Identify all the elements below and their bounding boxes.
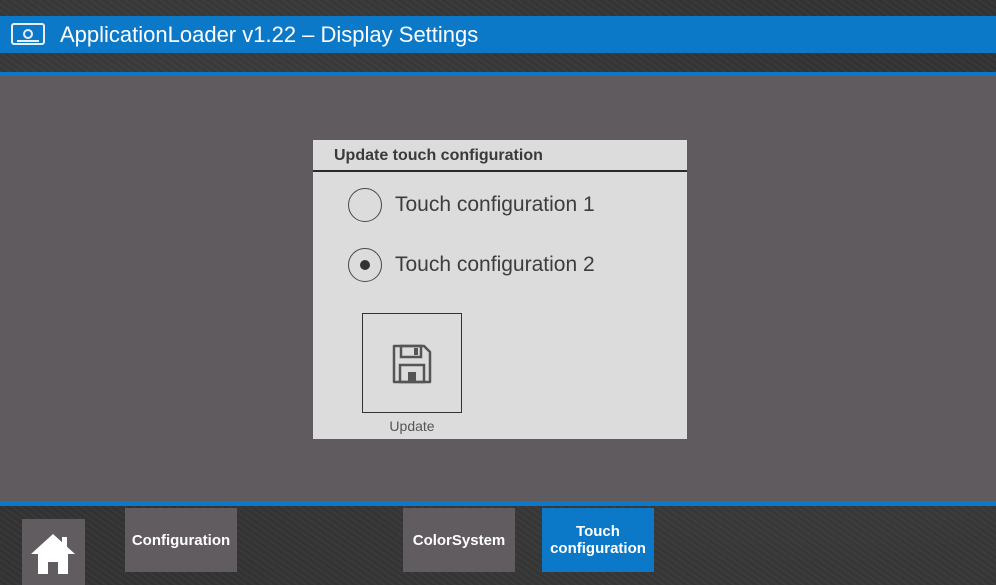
panel-header: Update touch configuration — [313, 140, 687, 172]
radio-touch-config-1[interactable]: Touch configuration 1 — [348, 188, 668, 224]
bottom-navigation: Configuration ColorSystem Touch configur… — [0, 506, 996, 585]
tab-colorsystem[interactable]: ColorSystem — [403, 508, 515, 572]
update-button[interactable] — [362, 313, 462, 413]
radio-button-selected[interactable] — [348, 248, 382, 282]
tab-configuration[interactable]: Configuration — [125, 508, 237, 572]
radio-touch-config-2[interactable]: Touch configuration 2 — [348, 248, 668, 284]
tab-touch-configuration[interactable]: Touch configuration — [542, 508, 654, 572]
floppy-disk-icon — [392, 344, 432, 384]
display-icon-base — [17, 40, 39, 42]
display-icon — [11, 23, 45, 45]
radio-selected-dot — [360, 260, 370, 270]
title-bar: ApplicationLoader v1.22 – Display Settin… — [0, 16, 996, 53]
window-title: ApplicationLoader v1.22 – Display Settin… — [60, 22, 479, 47]
touch-config-panel: Update touch configuration Touch configu… — [313, 140, 687, 439]
panel-title: Update touch configuration — [334, 147, 543, 164]
home-button[interactable] — [22, 519, 85, 585]
home-icon — [31, 534, 75, 574]
radio-button-unselected[interactable] — [348, 188, 382, 222]
radio-label: Touch configuration 1 — [395, 193, 595, 216]
display-icon-lens — [23, 29, 33, 39]
update-button-label: Update — [389, 418, 435, 434]
radio-label: Touch configuration 2 — [395, 253, 595, 276]
